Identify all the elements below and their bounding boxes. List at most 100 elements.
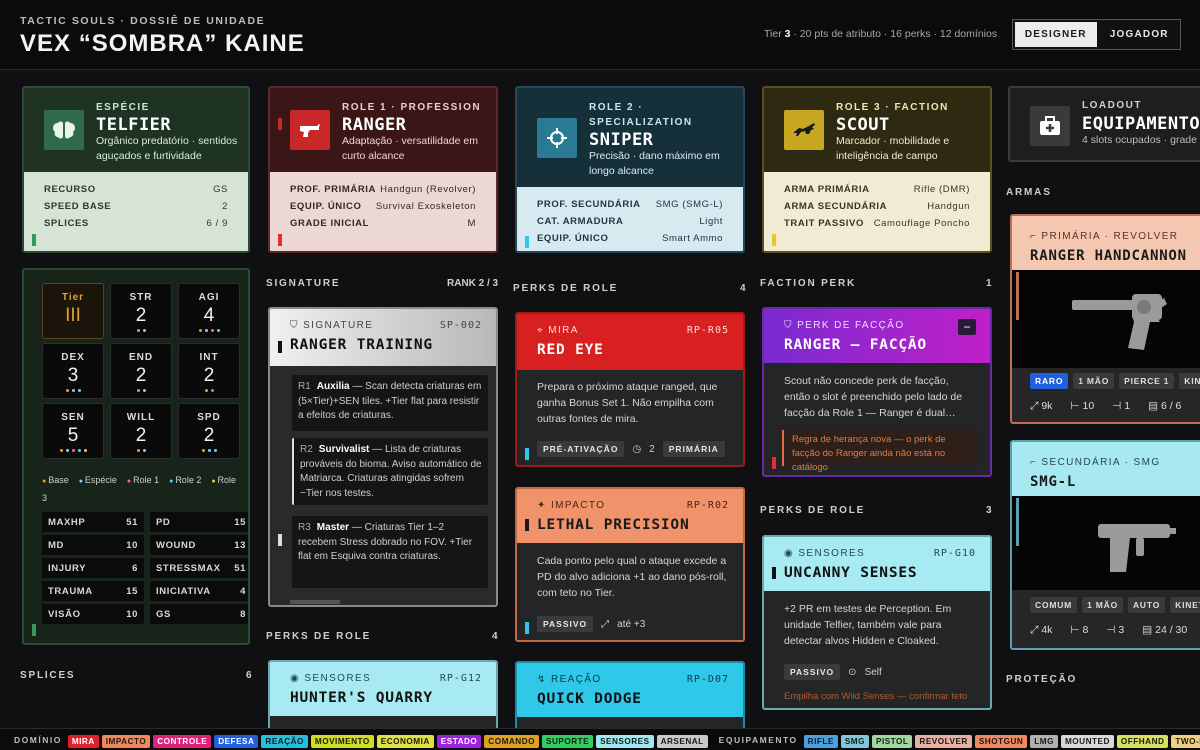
rarity-tag: RARO — [1030, 373, 1069, 389]
weapon2-stats: ⤢ 4k ⊢ 8 ⊣ 3 ▤ 24 / 30 — [1030, 624, 1187, 637]
smg-icon: ⌐ — [1030, 457, 1042, 468]
mode-designer-button[interactable]: DESIGNER — [1015, 22, 1097, 47]
faction-perk-accent-bar — [772, 457, 776, 469]
faction-perk-heading: FACTION PERK — [760, 278, 857, 289]
perk-uncanny-domain: ◉ SENSORES — [784, 548, 866, 559]
legend-chip[interactable]: MIRA — [67, 734, 99, 748]
derived-stat: STRESSMAX 51 — [150, 558, 248, 578]
attribute-legend: ● Base ● Espécie ● Role 1 ● Role 2 ● Role 3 — [42, 472, 242, 506]
attribute-value: 2 — [203, 365, 215, 386]
equip-chips: RIFLE SMG PISTOL REVOLVER SHOTGUN LMG MOUNTED O… — [803, 731, 1200, 749]
role2-row: EQUIP. ÚNICO Smart Ammo — [537, 233, 723, 244]
pistol-icon: ⌐ — [1030, 231, 1042, 242]
weapon-stat: ▤ 24 / 30 — [1142, 624, 1188, 636]
legend-chip[interactable]: RIFLE — [803, 734, 838, 748]
collapse-button[interactable]: − — [958, 319, 976, 335]
attribute-agi[interactable]: AGI 4 — [178, 283, 240, 339]
role1-row: GRADE INICIAL M — [290, 218, 476, 229]
perk-red-eye-name: RED EYE — [537, 342, 604, 358]
perk-lethal-name: LETHAL PRECISION — [537, 517, 690, 533]
legend-item: ● Base — [42, 475, 69, 485]
tag-passive: PASSIVO — [784, 664, 841, 680]
tier-box[interactable]: Tier III — [42, 283, 104, 339]
legend-chip[interactable]: REVOLVER — [915, 734, 972, 748]
signature-rank-row: R2 Survivalist — Lista de criaturas prová… — [292, 438, 488, 505]
mode-player-button[interactable]: JOGADOR — [1099, 20, 1181, 49]
legend-chip[interactable]: SHOTGUN — [974, 734, 1028, 748]
loadout-card[interactable]: LOADOUT EQUIPAMENTO 4 slots ocupados · g… — [1008, 86, 1200, 162]
role3-card[interactable]: ROLE 3 · FACTION SCOUT Marcador · mobili… — [762, 86, 992, 253]
perk-card-uncanny-senses[interactable]: ◉ SENSORES RP-G10 UNCANNY SENSES +2 PR e… — [762, 535, 992, 710]
attribute-spd[interactable]: SPD 2 — [178, 403, 240, 459]
attribute-source-dots — [111, 389, 171, 392]
unit-stats-summary: Tier 3 · 20 pts de atributo · 16 perks ·… — [764, 28, 997, 40]
role3-row: ARMA SECUNDÁRIA Handgun — [784, 201, 970, 212]
legend-chip[interactable]: MOUNTED — [1060, 734, 1114, 748]
derived-stat: WOUND 13 — [150, 535, 248, 555]
ammo-icon: ▤ — [1148, 400, 1161, 412]
legend-chip[interactable]: ESTADO — [436, 734, 482, 748]
legend-item: ● Role 2 — [169, 475, 202, 485]
attribute-source-dots — [111, 329, 171, 332]
attribute-int[interactable]: INT 2 — [178, 343, 240, 399]
weapon-tag: 1 MÃO — [1073, 373, 1115, 389]
faction-perk-card[interactable]: ⛉ PERK DE FACÇÃO − RANGER — FACÇÃO Scout… — [762, 307, 992, 477]
attribute-end[interactable]: END 2 — [110, 343, 172, 399]
legend-chip[interactable]: IMPACTO — [101, 734, 151, 748]
legend-chip[interactable]: LMG — [1030, 734, 1058, 748]
attributes-panel: Tier III STR 2 AGI 4 DEX 3 END 2 INT 2 SEN 5 WILL 2 SP… — [22, 268, 250, 645]
role1-card[interactable]: ROLE 1 · PROFESSION RANGER Adaptação · v… — [268, 86, 498, 253]
legend-chip[interactable]: SUPORTE — [542, 734, 594, 748]
tag-pre-activation: PRÉ-ATIVAÇÃO — [537, 441, 625, 457]
weapon1-image — [1012, 270, 1200, 368]
legend-chip[interactable]: CONTROLE — [153, 734, 212, 748]
role1-desc: Adaptação · versatilidade em curto alcan… — [342, 135, 478, 162]
legend-chip[interactable]: TWO-HAND — [1171, 734, 1200, 748]
species-card[interactable]: ESPÉCIE TELFIER Orgânico predatório · se… — [22, 86, 250, 253]
perks-role-count: 3 — [986, 505, 992, 516]
perk-card-lethal-precision[interactable]: ✦ IMPACTO RP-R02 LETHAL PRECISION Cada p… — [515, 487, 745, 642]
signature-card[interactable]: ⛉ SIGNATURE SP-002 RANGER TRAINING R1 Aux… — [268, 307, 498, 607]
faction-perk-label: ⛉ PERK DE FACÇÃO — [784, 320, 905, 331]
legend-chip[interactable]: COMANDO — [484, 734, 539, 748]
attribute-will[interactable]: WILL 2 — [110, 403, 172, 459]
attribute-str[interactable]: STR 2 — [110, 283, 172, 339]
role2-name: SNIPER — [589, 130, 654, 150]
legend-chip[interactable]: PISTOL — [871, 734, 913, 748]
legend-chip[interactable]: REAÇÃO — [261, 734, 308, 748]
legend-chip[interactable]: MOVIMENTO — [310, 734, 374, 748]
perk-hunter-domain: ◉ SENSORES — [290, 673, 372, 684]
legend-chip[interactable]: ARSENAL — [656, 734, 708, 748]
signature-rank-row: R1 Auxilia — Scan detecta criaturas em (5… — [292, 375, 488, 431]
perk-uncanny-note: Empilha com Wild Senses — confirmar teto — [784, 691, 968, 702]
signature-scrollbar[interactable] — [290, 600, 340, 604]
attribute-sen[interactable]: SEN 5 — [42, 403, 104, 459]
legend-chip[interactable]: ECONOMIA — [376, 734, 434, 748]
protection-heading: PROTEÇÃO — [1006, 674, 1078, 685]
role1-label: ROLE 1 · PROFESSION — [342, 102, 482, 113]
perk-card-red-eye[interactable]: ⌖ MIRA RP-R05 RED EYE Prepara o próximo … — [515, 312, 745, 467]
legend-chip[interactable]: SMG — [840, 734, 869, 748]
attribute-name: STR — [129, 292, 153, 303]
role3-name: SCOUT — [836, 115, 890, 135]
weapon-card-secondary[interactable]: ⌐ SECUNDÁRIA · SMG SMG-L COMUM 1 MÃO AUTO K… — [1010, 440, 1200, 650]
role2-card[interactable]: ROLE 2 · SPECIALIZATION SNIPER Precisão … — [515, 86, 745, 253]
signature-rank: RANK 2 / 3 — [447, 278, 499, 289]
attribute-dex[interactable]: DEX 3 — [42, 343, 104, 399]
range-icon: ⤢ — [1030, 400, 1042, 412]
weapon-card-primary[interactable]: ⌐ PRIMÁRIA · REVOLVER RANGER HANDCANNON … — [1010, 214, 1200, 424]
role3-rows: ARMA PRIMÁRIA Rifle (DMR) ARMA SECUNDÁRIA… — [764, 181, 990, 232]
legend-chip[interactable]: OFFHAND — [1116, 734, 1169, 748]
species-accent-bar — [32, 234, 36, 246]
attribute-value: 2 — [203, 425, 215, 446]
legend-chip[interactable]: SENSORES — [596, 734, 654, 748]
signature-accent-bar — [278, 534, 282, 546]
signature-label: ⛉ SIGNATURE — [290, 320, 374, 331]
role1-accent-mark — [278, 118, 282, 130]
weapon-tag: PIERCE 1 — [1119, 373, 1175, 389]
role2-desc: Precisão · dano máximo em longo alcance — [589, 150, 720, 177]
attribute-source-dots — [43, 389, 103, 392]
legend-item: ● Role 1 — [126, 475, 160, 485]
tier-box-value: III — [65, 305, 81, 326]
legend-chip[interactable]: DEFESA — [214, 734, 259, 748]
